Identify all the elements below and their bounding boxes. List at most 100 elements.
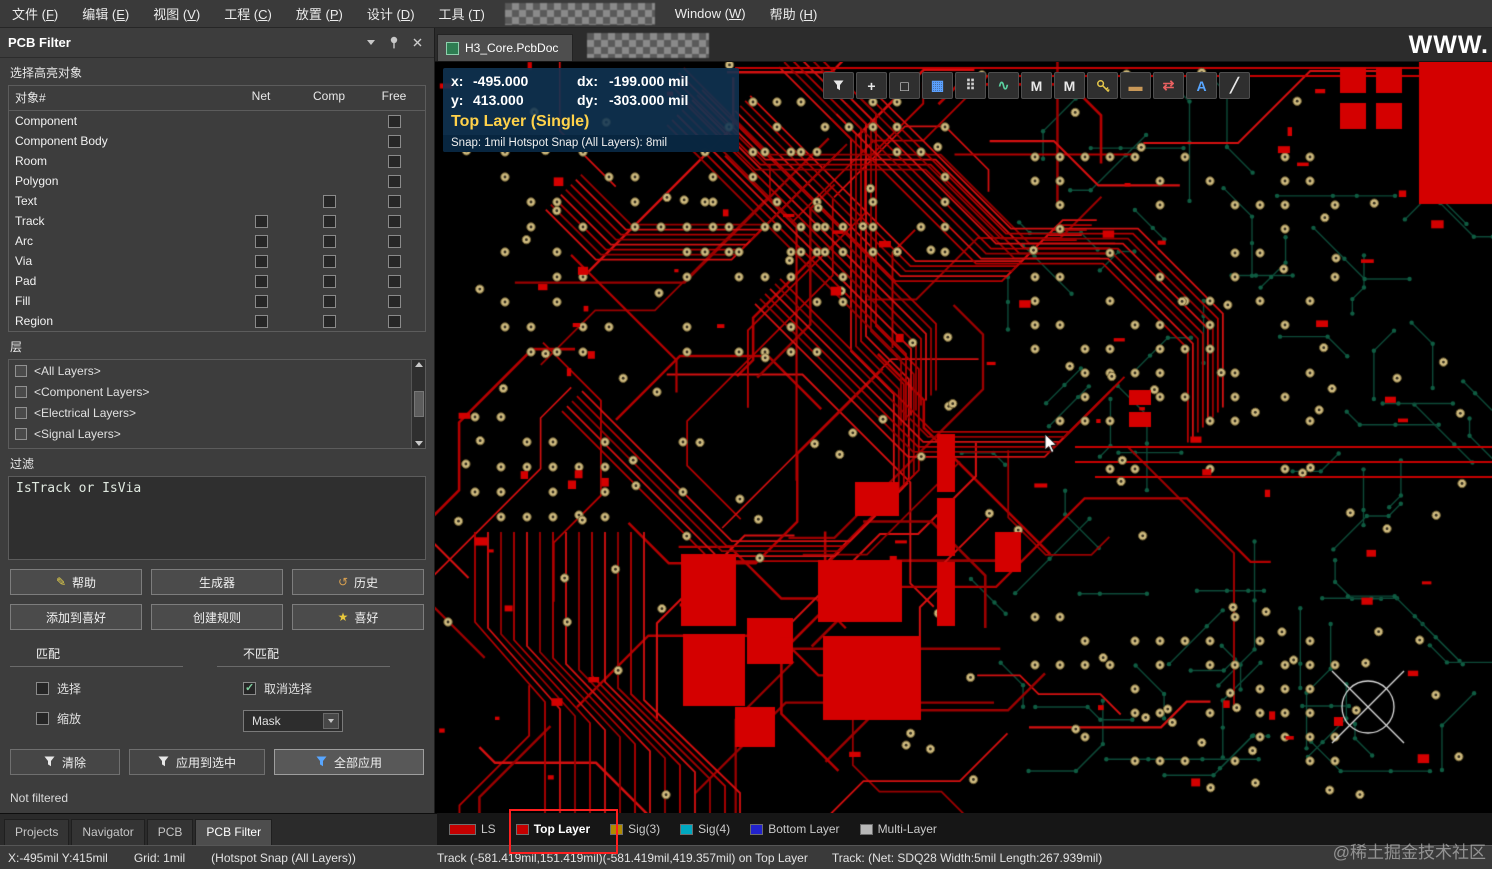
layer-stack-icon[interactable]: ▬ — [1120, 72, 1151, 99]
menu-window[interactable]: Window (W) — [663, 6, 758, 21]
menu-view[interactable]: 视图 (V) — [141, 4, 212, 23]
hud-x-value: -495.000 — [473, 72, 577, 91]
mask-dropdown-value: Mask — [252, 714, 281, 728]
deselect-checkbox[interactable] — [243, 682, 256, 695]
filter-icon[interactable] — [823, 72, 854, 99]
menu-help[interactable]: 帮助 (H) — [758, 4, 830, 23]
menu-edit[interactable]: 编辑 (E) — [70, 4, 141, 23]
checkbox-pad-net[interactable] — [255, 275, 268, 288]
menu-project[interactable]: 工程 (C) — [212, 4, 284, 23]
selection-box-icon[interactable]: □ — [889, 72, 920, 99]
layer-tab-label: Multi-Layer — [878, 822, 937, 836]
hud-dy-label: dy: — [577, 91, 609, 110]
menu-place[interactable]: 放置 (P) — [284, 4, 355, 23]
checkbox-arc-net[interactable] — [255, 235, 268, 248]
swap-arrows-icon[interactable]: ⇄ — [1153, 72, 1184, 99]
layer-tab-top-layer[interactable]: Top Layer — [516, 822, 590, 836]
layer-item-signal-layers[interactable]: <Signal Layers> — [9, 423, 425, 444]
crosshair-icon[interactable]: + — [856, 72, 887, 99]
pcb-viewport: +□▦⠿∿MM▬⇄A╱ x: -495.000 dx: -199.000 mil… — [435, 62, 1492, 813]
button-label: 创建规则 — [193, 609, 241, 626]
layer-tab-sig-3[interactable]: Sig(3) — [610, 822, 660, 836]
select-checkbox[interactable] — [36, 682, 49, 695]
checkbox-component-body-free[interactable] — [388, 135, 401, 148]
checkbox-track-free[interactable] — [388, 215, 401, 228]
scroll-up-icon[interactable] — [415, 362, 423, 367]
checkbox-fill-comp[interactable] — [323, 295, 336, 308]
text-icon[interactable]: A — [1186, 72, 1217, 99]
apply-all-button[interactable]: 全部应用 — [274, 749, 424, 775]
dot-grid-icon[interactable]: ⠿ — [955, 72, 986, 99]
layer-item-all-layers[interactable]: <All Layers> — [9, 360, 425, 381]
chevron-down-icon[interactable] — [362, 35, 380, 51]
add-to-favorites-button[interactable]: 添加到喜好 — [10, 604, 142, 630]
checkbox-text-free[interactable] — [388, 195, 401, 208]
layer-tab-bottom-layer[interactable]: Bottom Layer — [750, 822, 839, 836]
close-icon[interactable] — [408, 35, 426, 51]
pin-icon[interactable] — [385, 35, 403, 51]
dimension-m1-icon[interactable]: M — [1021, 72, 1052, 99]
checkbox-text-comp[interactable] — [323, 195, 336, 208]
layer-item-electrical-layers[interactable]: <Electrical Layers> — [9, 402, 425, 423]
panel-tab-projects[interactable]: Projects — [4, 819, 69, 845]
checkbox-arc-comp[interactable] — [323, 235, 336, 248]
line-icon[interactable]: ╱ — [1219, 72, 1250, 99]
route-icon[interactable]: ∿ — [988, 72, 1019, 99]
checkbox-via-net[interactable] — [255, 255, 268, 268]
object-cell-net — [227, 215, 295, 228]
create-rule-button[interactable]: 创建规则 — [151, 604, 283, 630]
clear-button[interactable]: 清除 — [10, 749, 120, 775]
checkbox-track-comp[interactable] — [323, 215, 336, 228]
layer-tab-label: Sig(3) — [628, 822, 660, 836]
menu-tools[interactable]: 工具 (T) — [427, 4, 497, 23]
panel-tab-navigator[interactable]: Navigator — [71, 819, 144, 845]
checkbox-region-free[interactable] — [388, 315, 401, 328]
object-cell-comp — [295, 235, 363, 248]
filter-header: 过滤 — [0, 449, 434, 474]
generator-button[interactable]: 生成器 — [151, 569, 283, 595]
checkbox-arc-free[interactable] — [388, 235, 401, 248]
apply-to-selected-button[interactable]: 应用到选中 — [129, 749, 265, 775]
checkbox-pad-comp[interactable] — [323, 275, 336, 288]
help-button[interactable]: ✎帮助 — [10, 569, 142, 595]
dimension-m2-icon[interactable]: M — [1054, 72, 1085, 99]
menu-file[interactable]: 文件 (F) — [0, 4, 70, 23]
hud-x-label: x: — [451, 72, 473, 91]
document-tab[interactable]: H3_Core.PcbDoc — [437, 34, 573, 61]
checkbox-region-net[interactable] — [255, 315, 268, 328]
checkbox-track-net[interactable] — [255, 215, 268, 228]
checkbox-fill-net[interactable] — [255, 295, 268, 308]
checkbox-region-comp[interactable] — [323, 315, 336, 328]
layer-tab-sig-4[interactable]: Sig(4) — [680, 822, 730, 836]
mask-dropdown[interactable]: Mask — [243, 710, 343, 732]
bar-chart-icon[interactable]: ▦ — [922, 72, 953, 99]
panel-tab-pcb-filter[interactable]: PCB Filter — [195, 819, 272, 845]
scroll-thumb[interactable] — [414, 391, 424, 417]
button-label: 历史 — [354, 574, 378, 591]
layer-tab-multi-layer[interactable]: Multi-Layer — [860, 822, 937, 836]
dropdown-arrow-icon[interactable] — [323, 713, 339, 729]
scroll-down-icon[interactable] — [415, 441, 423, 446]
checkbox-room-free[interactable] — [388, 155, 401, 168]
filter-expression-input[interactable]: IsTrack or IsVia — [8, 476, 426, 560]
menu-design[interactable]: 设计 (D) — [355, 4, 427, 23]
history-button[interactable]: ↺历史 — [292, 569, 424, 595]
zoom-checkbox[interactable] — [36, 712, 49, 725]
status-segment: X:-495mil Y:415mil — [8, 851, 108, 865]
star-icon: ★ — [338, 611, 349, 623]
checkbox-via-comp[interactable] — [323, 255, 336, 268]
key-icon[interactable] — [1087, 72, 1118, 99]
favorites-button[interactable]: ★喜好 — [292, 604, 424, 630]
checkbox-via-free[interactable] — [388, 255, 401, 268]
pcb-canvas[interactable] — [435, 62, 1492, 813]
checkbox-component-free[interactable] — [388, 115, 401, 128]
checkbox-polygon-free[interactable] — [388, 175, 401, 188]
layer-tab-ls[interactable]: LS — [449, 822, 496, 836]
layer-color-icon — [15, 428, 27, 440]
checkbox-fill-free[interactable] — [388, 295, 401, 308]
layers-scrollbar[interactable] — [411, 360, 425, 448]
panel-tab-pcb[interactable]: PCB — [147, 819, 194, 845]
checkbox-pad-free[interactable] — [388, 275, 401, 288]
layer-item-component-layers[interactable]: <Component Layers> — [9, 381, 425, 402]
status-right: Track (-581.419mil,151.419mil)(-581.419m… — [437, 851, 1102, 865]
